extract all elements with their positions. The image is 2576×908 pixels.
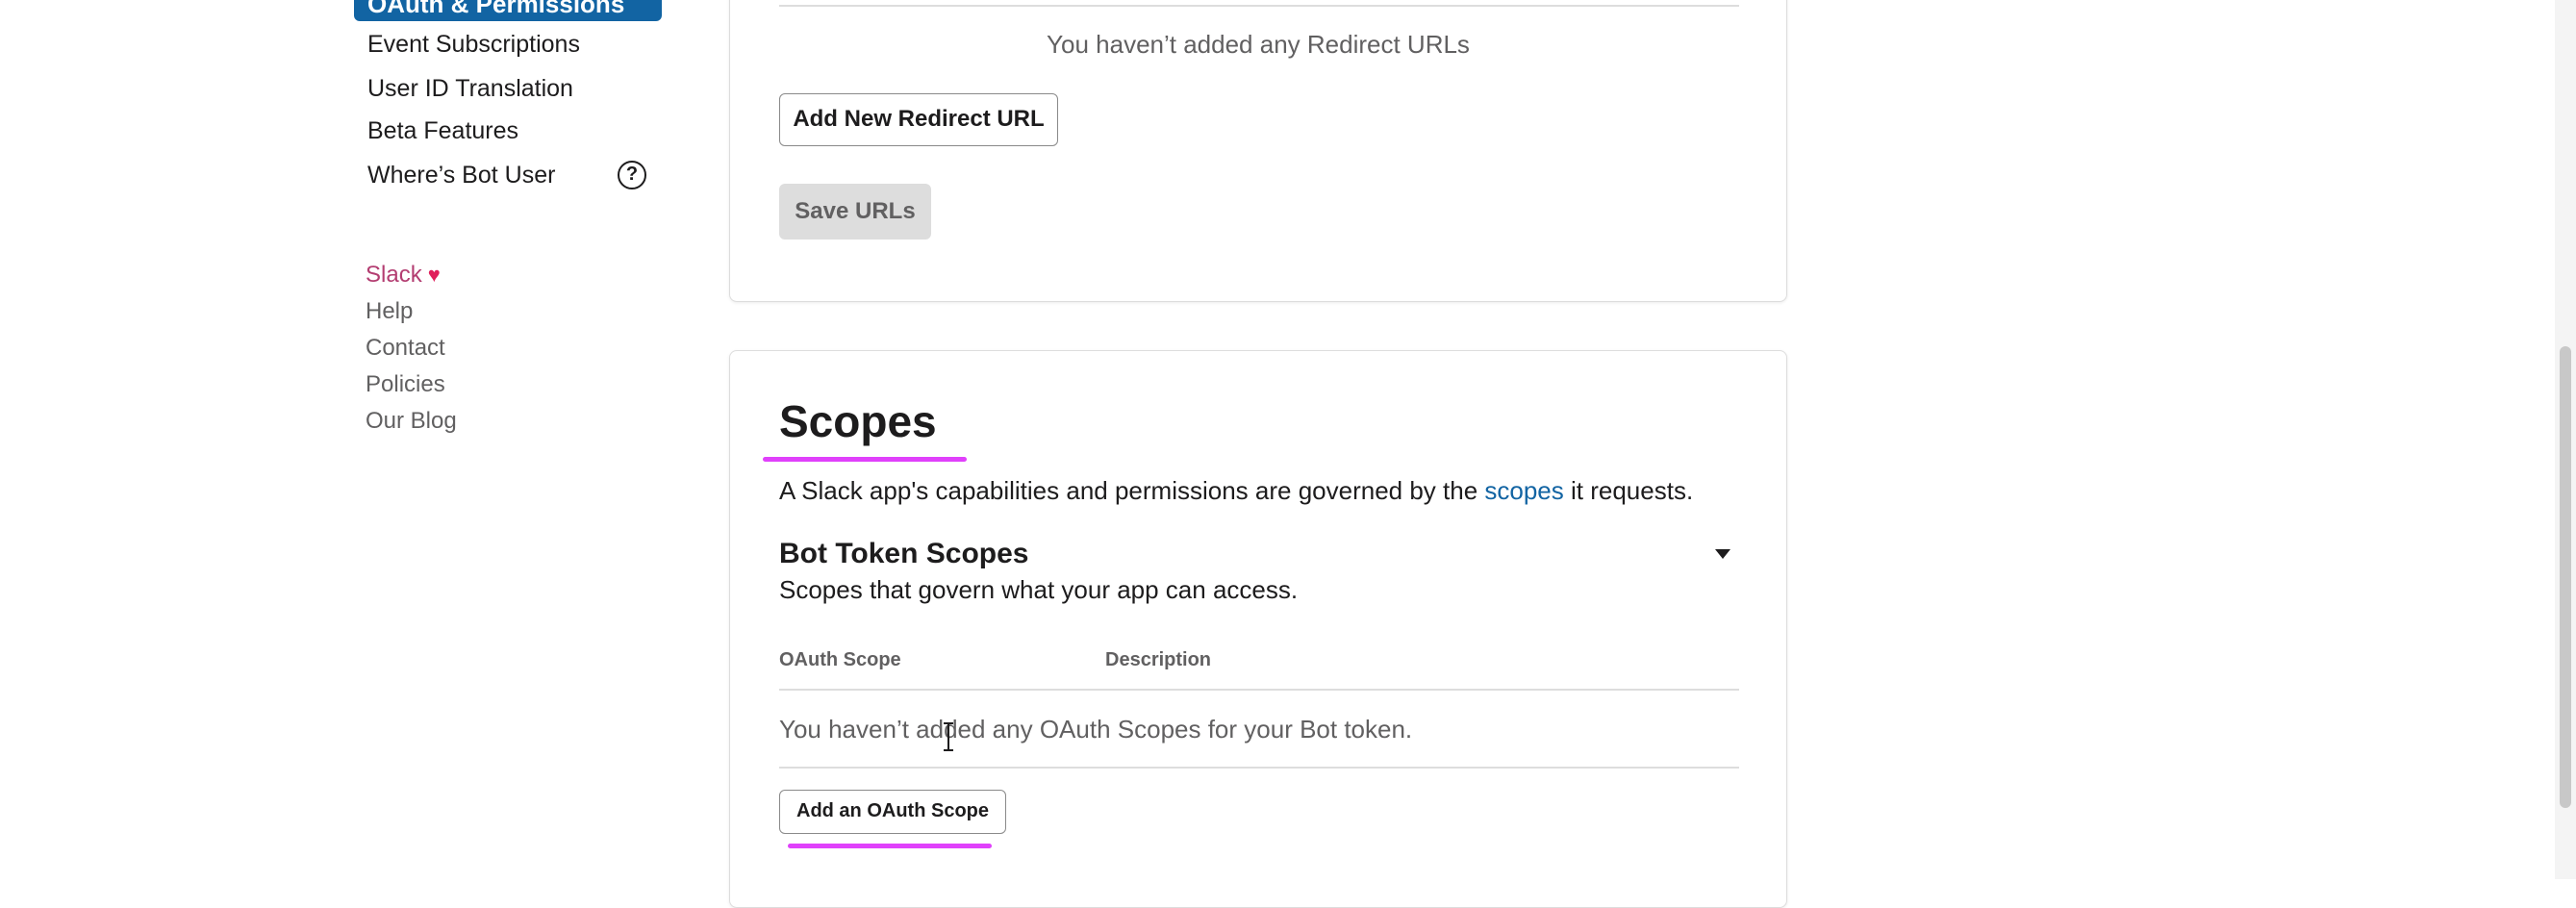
redirect-urls-card: You haven’t added any Redirect URLs Add … — [729, 0, 1787, 302]
scopes-title-highlight — [763, 457, 967, 462]
footer-link-help[interactable]: Help — [366, 298, 413, 325]
sidebar: OAuth & Permissions Event Subscriptions … — [0, 0, 693, 879]
scopes-empty-message: You haven’t added any OAuth Scopes for y… — [779, 715, 1413, 744]
caret-down-icon[interactable] — [1715, 549, 1730, 559]
scrollbar-thumb[interactable] — [2560, 346, 2571, 808]
save-urls-button[interactable]: Save URLs — [779, 184, 931, 240]
bot-token-scopes-subtitle: Scopes that govern what your app can acc… — [779, 575, 1299, 604]
add-oauth-scope-button[interactable]: Add an OAuth Scope — [779, 790, 1006, 834]
table-bottom-divider — [779, 767, 1739, 769]
footer-slack-label: Slack — [366, 262, 422, 288]
footer-link-contact[interactable]: Contact — [366, 335, 445, 362]
table-header-divider — [779, 689, 1739, 691]
column-header-description: Description — [1105, 649, 1212, 670]
redirect-empty-message: You haven’t added any Redirect URLs — [1047, 30, 1470, 59]
sidebar-item-oauth-permissions[interactable]: OAuth & Permissions — [354, 0, 662, 21]
add-scope-highlight — [788, 844, 992, 848]
sidebar-item-user-id-translation[interactable]: User ID Translation — [367, 75, 573, 103]
sidebar-item-event-subscriptions[interactable]: Event Subscriptions — [367, 31, 580, 59]
add-redirect-url-button[interactable]: Add New Redirect URL — [779, 93, 1058, 146]
scopes-link[interactable]: scopes — [1484, 476, 1563, 505]
sidebar-item-beta-features[interactable]: Beta Features — [367, 117, 518, 145]
help-icon[interactable]: ? — [618, 161, 646, 189]
text-cursor-icon — [944, 722, 953, 751]
scopes-title: Scopes — [779, 396, 937, 446]
sidebar-item-wheres-bot-user[interactable]: Where’s Bot User — [367, 162, 555, 189]
heart-icon: ♥ — [427, 263, 441, 287]
scopes-description: A Slack app's capabilities and permissio… — [779, 476, 1693, 506]
footer-link-slack[interactable]: Slack ♥ — [366, 262, 441, 289]
scopes-description-text: A Slack app's capabilities and permissio… — [779, 476, 1485, 505]
footer-link-blog[interactable]: Our Blog — [366, 408, 457, 435]
redirect-divider — [779, 5, 1739, 7]
footer-link-policies[interactable]: Policies — [366, 371, 445, 398]
scopes-card: Scopes A Slack app's capabilities and pe… — [729, 350, 1787, 908]
bot-token-scopes-title: Bot Token Scopes — [779, 538, 1029, 569]
column-header-oauth-scope: OAuth Scope — [779, 649, 901, 670]
scopes-description-tail: it requests. — [1563, 476, 1694, 505]
